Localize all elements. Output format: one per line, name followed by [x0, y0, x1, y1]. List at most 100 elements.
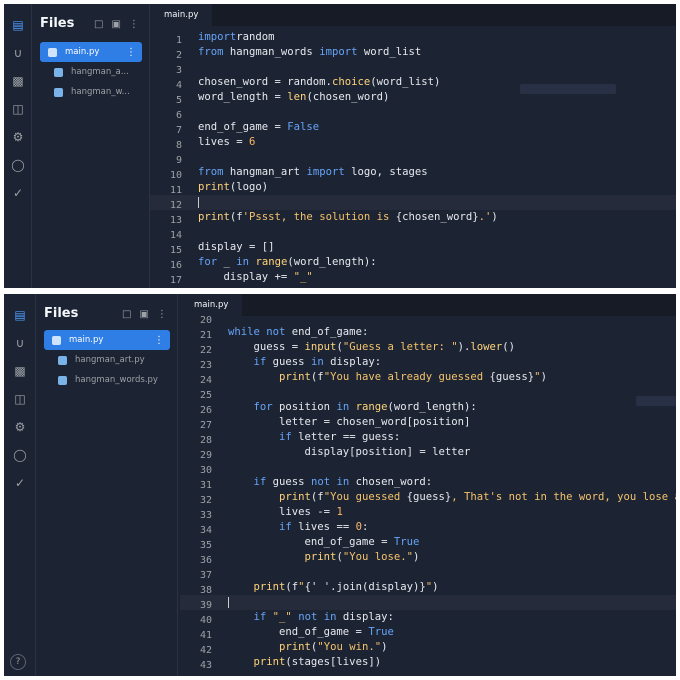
code-token: 'Pssst, the solution is — [242, 211, 396, 223]
more-icon[interactable]: ⋮ — [157, 309, 167, 320]
code-token: display += — [198, 271, 294, 283]
code-token: end_of_game: — [285, 326, 369, 338]
tab-main-py[interactable]: main.py — [150, 4, 213, 26]
code-line[interactable]: 12 — [150, 195, 676, 211]
code-line[interactable]: 17 display += "_" — [150, 270, 676, 286]
code-line[interactable]: 35 end_of_game = True — [180, 535, 676, 551]
settings-icon[interactable]: ⚙ — [4, 418, 36, 436]
file-hangman-art[interactable]: hangman_art.py — [50, 350, 172, 370]
check-icon[interactable]: ✓ — [4, 184, 32, 202]
files-icon[interactable]: ▤ — [4, 306, 36, 324]
code-line[interactable]: 24 print(f"You have already guessed {gue… — [180, 370, 676, 386]
code-line[interactable]: 22 guess = input("Guess a letter: ").low… — [180, 340, 676, 356]
python-file-icon — [48, 47, 57, 57]
code-line[interactable]: 1 importrandom — [150, 30, 676, 46]
code-text: for position in range(word_length): — [228, 400, 477, 415]
code-line[interactable]: 23 if guess in display: — [180, 355, 676, 371]
file-hangman-art[interactable]: hangman_a... — [46, 62, 144, 82]
code-line[interactable]: 9 — [150, 150, 676, 166]
code-line[interactable]: 41 end_of_game = True — [180, 625, 676, 641]
kebab-icon[interactable]: ⋮ — [154, 335, 164, 346]
packages-icon[interactable]: ▩ — [4, 72, 32, 90]
code-line[interactable]: 26 for position in range(word_length): — [180, 400, 676, 416]
code-line[interactable]: 13 print(f'Pssst, the solution is {chosen… — [150, 210, 676, 226]
code-line[interactable]: 40 if "_" not in display: — [180, 610, 676, 626]
code-line[interactable]: 15 display = [] — [150, 240, 676, 256]
code-token: ). — [457, 341, 471, 353]
activity-bar: ▤ ∪ ▩ ◫ ⚙ ◯ ✓ — [4, 4, 32, 288]
file-hangman-words[interactable]: hangman_w... — [46, 82, 144, 102]
code-text: lives = 6 — [198, 135, 255, 150]
code-token: _ — [217, 256, 237, 268]
new-folder-icon[interactable]: ▣ — [111, 19, 120, 30]
code-line[interactable]: 10 from hangman_art import logo, stages — [150, 165, 676, 181]
code-editor[interactable]: 20 21 while not end_of_game: 22 guess = inp… — [180, 315, 676, 676]
lock-icon[interactable]: ◫ — [4, 390, 36, 408]
code-token: if — [253, 356, 267, 368]
code-text: if letter == guess: — [228, 430, 400, 445]
code-line[interactable]: 30 — [180, 460, 676, 476]
code-line[interactable]: 21 while not end_of_game: — [180, 325, 676, 341]
code-token: end_of_game = — [198, 121, 288, 133]
code-line[interactable]: 6 — [150, 105, 676, 121]
settings-icon[interactable]: ⚙ — [4, 128, 32, 146]
code-token: {guess} — [489, 371, 535, 383]
code-line[interactable]: 34 if lives == 0: — [180, 520, 676, 536]
code-line[interactable]: 37 — [180, 565, 676, 581]
help-icon[interactable]: ? — [10, 654, 26, 670]
share-icon[interactable]: ∪ — [4, 44, 32, 62]
code-token: print — [253, 656, 286, 668]
code-token: "You have already guessed — [323, 371, 490, 383]
code-editor[interactable]: 1 importrandom 2 from hangman_words import … — [150, 26, 676, 288]
code-line[interactable]: 28 if letter == guess: — [180, 430, 676, 446]
code-token: import — [319, 46, 358, 58]
code-line[interactable]: 39 — [180, 595, 676, 611]
check-icon[interactable]: ✓ — [4, 474, 36, 492]
lock-icon[interactable]: ◫ — [4, 100, 32, 118]
code-line[interactable]: 5 word_length = len(chosen_word) — [150, 90, 676, 106]
file-main-py[interactable]: main.py ⋮ — [40, 42, 142, 62]
code-token: "You guessed — [323, 491, 407, 503]
file-hangman-words[interactable]: hangman_words.py — [50, 370, 172, 390]
code-line[interactable]: 25 — [180, 385, 676, 401]
code-line[interactable]: 29 display[position] = letter — [180, 445, 676, 461]
code-line[interactable]: 43 print(stages[lives]) — [180, 655, 676, 671]
share-icon[interactable]: ∪ — [4, 334, 36, 352]
database-icon[interactable]: ◯ — [4, 156, 32, 174]
new-folder-icon[interactable]: ▣ — [139, 309, 148, 320]
code-text: if guess not in chosen_word: — [228, 475, 433, 490]
python-file-icon — [58, 355, 67, 365]
code-line[interactable]: 27 letter = chosen_word[position] — [180, 415, 676, 431]
code-line[interactable]: 20 — [180, 310, 676, 326]
code-line[interactable]: 36 print("You lose.") — [180, 550, 676, 566]
code-line[interactable]: 8 lives = 6 — [150, 135, 676, 151]
file-main-py[interactable]: main.py ⋮ — [44, 330, 170, 350]
code-token: "Guess a letter: " — [342, 341, 458, 353]
code-line[interactable]: 31 if guess not in chosen_word: — [180, 475, 676, 491]
code-line[interactable]: 3 — [150, 60, 676, 76]
code-line[interactable]: 32 print(f"You guessed {guess}, That's n… — [180, 490, 676, 506]
code-token: print — [279, 491, 311, 503]
files-icon[interactable]: ▤ — [4, 16, 32, 34]
new-file-icon[interactable]: □ — [94, 19, 103, 30]
code-token: guess = — [228, 341, 305, 353]
code-token: not in — [298, 611, 337, 623]
code-line[interactable]: 42 print("You win.") — [180, 640, 676, 656]
kebab-icon[interactable]: ⋮ — [126, 47, 136, 58]
code-line[interactable]: 4 chosen_word = random.choice(word_list) — [150, 75, 676, 91]
code-line[interactable]: 14 — [150, 225, 676, 241]
code-line[interactable]: 16 for _ in range(word_length): — [150, 255, 676, 271]
code-line[interactable]: 2 from hangman_words import word_list — [150, 45, 676, 61]
code-line[interactable]: 11 print(logo) — [150, 180, 676, 196]
database-icon[interactable]: ◯ — [4, 446, 36, 464]
new-file-icon[interactable]: □ — [122, 309, 131, 320]
more-icon[interactable]: ⋮ — [129, 19, 139, 30]
code-line[interactable]: 7 end_of_game = False — [150, 120, 676, 136]
packages-icon[interactable]: ▩ — [4, 362, 36, 380]
code-line[interactable]: 33 lives -= 1 — [180, 505, 676, 521]
code-token: lives == — [291, 521, 356, 533]
code-line[interactable]: 38 print(f"{' '.join(display)}") — [180, 580, 676, 596]
